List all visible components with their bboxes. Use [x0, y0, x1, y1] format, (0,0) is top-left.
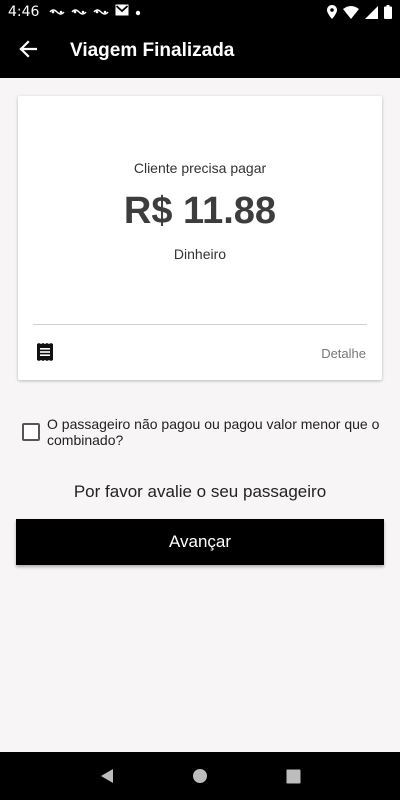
payment-method: Dinheiro: [173, 246, 227, 262]
carrier-icon: [71, 7, 88, 17]
payment-caption: Cliente precisa pagar: [133, 160, 267, 176]
status-time: 4:46: [8, 4, 40, 20]
signal-icon: [365, 5, 378, 19]
system-nav-bar: [0, 752, 400, 800]
recents-square-icon[interactable]: [273, 756, 313, 796]
advance-button[interactable]: Avançar: [16, 519, 384, 565]
detail-link[interactable]: Detalhe: [321, 346, 366, 361]
app-bar: Viagem Finalizada: [0, 24, 400, 78]
dot-icon: [135, 3, 141, 21]
status-right-icons: [327, 5, 392, 19]
rating-prompt: Por favor avalie o seu passageiro: [73, 482, 327, 501]
status-bar: 4:46: [0, 0, 400, 24]
location-icon: [327, 5, 337, 19]
wifi-icon: [343, 5, 359, 19]
battery-icon: [384, 5, 392, 19]
payment-amount: R$ 11.88: [123, 190, 277, 232]
payment-card: Cliente precisa pagar R$ 11.88 Dinheiro …: [18, 96, 382, 380]
unpaid-checkbox-label: O passageiro não pagou ou pagou valor me…: [47, 416, 380, 448]
back-button[interactable]: [0, 24, 56, 78]
receipt-icon[interactable]: [36, 343, 54, 361]
notification-icons: [49, 3, 141, 21]
unpaid-checkbox-row[interactable]: O passageiro não pagou ou pagou valor me…: [22, 416, 382, 448]
back-triangle-icon[interactable]: [87, 756, 127, 796]
unpaid-checkbox[interactable]: [22, 423, 40, 441]
home-circle-icon[interactable]: [180, 756, 220, 796]
arrow-left-icon: [19, 39, 38, 63]
gmail-icon: [115, 3, 129, 21]
card-divider: [33, 324, 367, 325]
carrier-icon: [93, 7, 110, 17]
page-title: Viagem Finalizada: [70, 40, 235, 61]
carrier-icon: [49, 7, 66, 17]
